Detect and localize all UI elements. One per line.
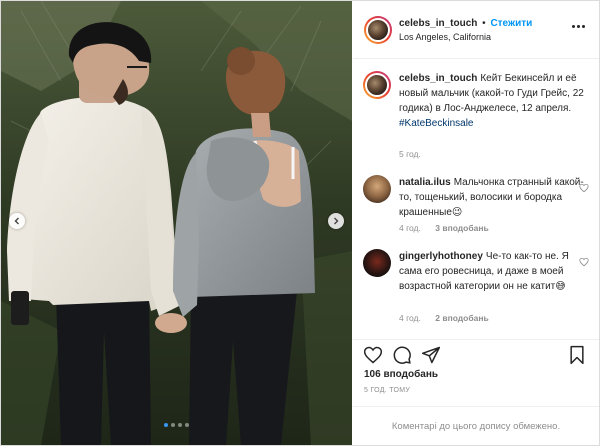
ellipsis-icon[interactable]	[572, 25, 585, 28]
post-location[interactable]: Los Angeles, California	[399, 32, 491, 42]
comment-username[interactable]: gingerlyhothoney	[399, 251, 483, 262]
comment-icon[interactable]	[392, 345, 412, 365]
post-sidebar: celebs_in_touch • Стежити Los Angeles, C…	[353, 1, 599, 445]
carousel-indicator	[1, 423, 352, 427]
caption-username[interactable]: celebs_in_touch	[399, 73, 477, 84]
comment-username[interactable]: natalia.ilus	[399, 177, 451, 188]
caption-time[interactable]: 5 год.	[399, 149, 421, 159]
carousel-prev-button[interactable]	[9, 213, 25, 229]
commenter-avatar[interactable]	[363, 249, 391, 277]
commenter-avatar[interactable]	[363, 175, 391, 203]
comments-disabled-text: Коментарі до цього допису обмежено.	[391, 420, 561, 432]
chevron-right-icon	[334, 217, 339, 225]
comment-meta: 4 год. 2 вподобань	[399, 313, 489, 323]
carousel-dot	[178, 423, 182, 427]
caption-hashtag[interactable]: #KateBeckinsale	[399, 116, 585, 131]
caption-meta: 5 год.	[399, 149, 421, 159]
carousel-dot	[185, 423, 189, 427]
couple-walking-photo	[1, 1, 352, 445]
post-actions: 106 вподобань 5 ГОД. ТОМУ	[353, 339, 599, 407]
comment-meta: 4 год. 3 вподобань	[399, 223, 489, 233]
carousel-next-button[interactable]	[328, 213, 344, 229]
comments-section: celebs_in_touch Кейт Бекинсейл и её новый…	[353, 59, 599, 339]
comments-disabled-notice: Коментарі до цього допису обмежено.	[353, 406, 599, 445]
bookmark-icon[interactable]	[567, 345, 587, 365]
author-username[interactable]: celebs_in_touch	[399, 18, 477, 29]
paper-plane-icon[interactable]	[421, 345, 441, 365]
caption-body: celebs_in_touch Кейт Бекинсейл и её новый…	[399, 71, 585, 131]
comment-time[interactable]: 4 год.	[399, 223, 421, 233]
comment-time[interactable]: 4 год.	[399, 313, 421, 323]
chevron-left-icon	[14, 217, 19, 225]
separator-dot: •	[482, 18, 486, 29]
comment-body: gingerlyhothoney Че-то как-то не. Я сама …	[399, 249, 585, 294]
post-photo[interactable]	[1, 1, 352, 445]
heart-icon[interactable]	[363, 345, 383, 365]
author-avatar[interactable]	[364, 16, 392, 44]
instagram-post: celebs_in_touch • Стежити Los Angeles, C…	[0, 0, 600, 446]
carousel-dot	[171, 423, 175, 427]
comment-body: natalia.ilus Мальчонка странный какой-то,…	[399, 175, 585, 220]
comment-likes[interactable]: 3 вподобань	[435, 223, 488, 233]
like-comment-heart-icon[interactable]	[579, 257, 589, 267]
post-header: celebs_in_touch • Стежити Los Angeles, C…	[353, 1, 599, 59]
caption-avatar[interactable]	[363, 71, 391, 99]
likes-count[interactable]: 106 вподобань	[364, 369, 438, 380]
comment-likes[interactable]: 2 вподобань	[435, 313, 488, 323]
author-line: celebs_in_touch • Стежити	[399, 18, 532, 29]
follow-button[interactable]: Стежити	[490, 18, 532, 29]
post-time[interactable]: 5 ГОД. ТОМУ	[364, 387, 410, 394]
carousel-dot	[164, 423, 168, 427]
like-comment-heart-icon[interactable]	[579, 183, 589, 193]
